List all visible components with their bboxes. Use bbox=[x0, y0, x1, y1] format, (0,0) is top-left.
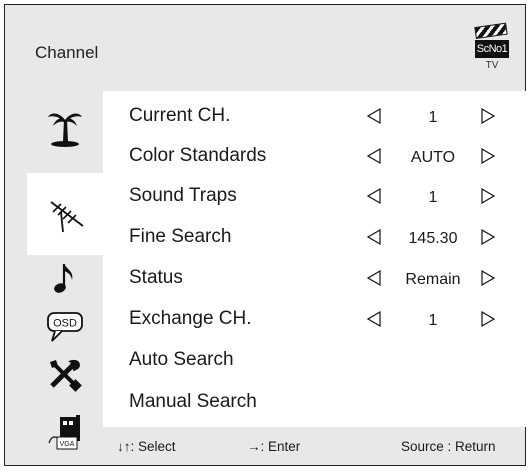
svg-text:VGA: VGA bbox=[60, 441, 75, 448]
menu-row-label: Sound Traps bbox=[129, 185, 237, 206]
menu-row-exchange-ch[interactable]: Exchange CH. 1 bbox=[129, 304, 529, 334]
select-hint: ↓↑: Select bbox=[117, 439, 176, 454]
menu-row-auto-search[interactable]: Auto Search bbox=[129, 345, 529, 375]
brand-sub-text: TV bbox=[485, 60, 499, 71]
arrow-right-icon[interactable] bbox=[479, 228, 497, 246]
menu-row-label: Current CH. bbox=[129, 105, 231, 126]
svg-text:OSD: OSD bbox=[53, 318, 77, 330]
menu-row-value: 1 bbox=[428, 312, 438, 329]
arrow-left-icon[interactable] bbox=[365, 187, 383, 205]
menu-row-label: Manual Search bbox=[129, 391, 257, 412]
channel-menu-panel: Current CH. 1 Color Standards AUTO Sound… bbox=[103, 91, 532, 427]
menu-row-label: Color Standards bbox=[129, 145, 267, 166]
arrow-left-icon[interactable] bbox=[365, 228, 383, 246]
sidebar-item-osd[interactable]: OSD bbox=[27, 305, 103, 349]
menu-row-sound-traps[interactable]: Sound Traps 1 bbox=[129, 181, 529, 211]
antenna-icon bbox=[50, 201, 84, 233]
menu-row-label: Status bbox=[129, 267, 183, 288]
menu-row-fine-search[interactable]: Fine Search 145.30 bbox=[129, 222, 529, 252]
menu-row-value: 1 bbox=[428, 189, 438, 206]
menu-row-value: AUTO bbox=[410, 149, 456, 166]
arrow-right-icon[interactable] bbox=[479, 269, 497, 287]
music-note-icon bbox=[54, 264, 73, 293]
sidebar-item-setup[interactable] bbox=[27, 353, 103, 397]
tools-icon bbox=[50, 359, 82, 392]
arrow-left-icon[interactable] bbox=[365, 107, 383, 125]
menu-row-status[interactable]: Status Remain bbox=[129, 263, 529, 293]
menu-row-current-ch[interactable]: Current CH. 1 bbox=[129, 101, 529, 131]
osd-icon: OSD bbox=[47, 312, 83, 342]
arrow-left-icon[interactable] bbox=[365, 269, 383, 287]
arrow-right-icon[interactable] bbox=[479, 147, 497, 165]
brand-logo: ScNo1 TV bbox=[474, 22, 509, 87]
sidebar-item-channel[interactable] bbox=[27, 173, 107, 255]
sidebar-item-sound[interactable] bbox=[27, 260, 103, 298]
arrow-left-icon[interactable] bbox=[365, 310, 383, 328]
menu-row-color-standards[interactable]: Color Standards AUTO bbox=[129, 141, 529, 171]
arrow-right-icon[interactable] bbox=[479, 187, 497, 205]
enter-hint: →: Enter bbox=[247, 439, 301, 454]
sidebar-item-picture[interactable] bbox=[27, 103, 103, 153]
footer-hints: ↓↑: Select →: Enter Source : Return bbox=[103, 427, 531, 467]
arrow-right-icon[interactable] bbox=[479, 107, 497, 125]
menu-row-label: Exchange CH. bbox=[129, 308, 252, 329]
menu-row-label: Fine Search bbox=[129, 226, 232, 247]
osd-menu-frame: Channel ScNo1 TV OSD VGA Current CH. 1 C… bbox=[4, 4, 532, 466]
sidebar-item-vga[interactable]: VGA bbox=[27, 409, 103, 457]
menu-row-value: 145.30 bbox=[408, 230, 458, 247]
return-hint: Source : Return bbox=[401, 439, 496, 454]
page-title: Channel bbox=[35, 43, 99, 62]
menu-row-manual-search[interactable]: Manual Search bbox=[129, 387, 529, 417]
brand-logo-text: ScNo1 bbox=[475, 40, 509, 58]
menu-row-value: 1 bbox=[428, 109, 438, 126]
arrow-right-icon[interactable] bbox=[479, 310, 497, 328]
vga-icon: VGA bbox=[48, 415, 80, 450]
palm-tree-icon bbox=[48, 113, 82, 147]
menu-row-label: Auto Search bbox=[129, 349, 234, 370]
menu-row-value: Remain bbox=[405, 271, 461, 288]
clapperboard-icon bbox=[474, 22, 508, 39]
arrow-left-icon[interactable] bbox=[365, 147, 383, 165]
